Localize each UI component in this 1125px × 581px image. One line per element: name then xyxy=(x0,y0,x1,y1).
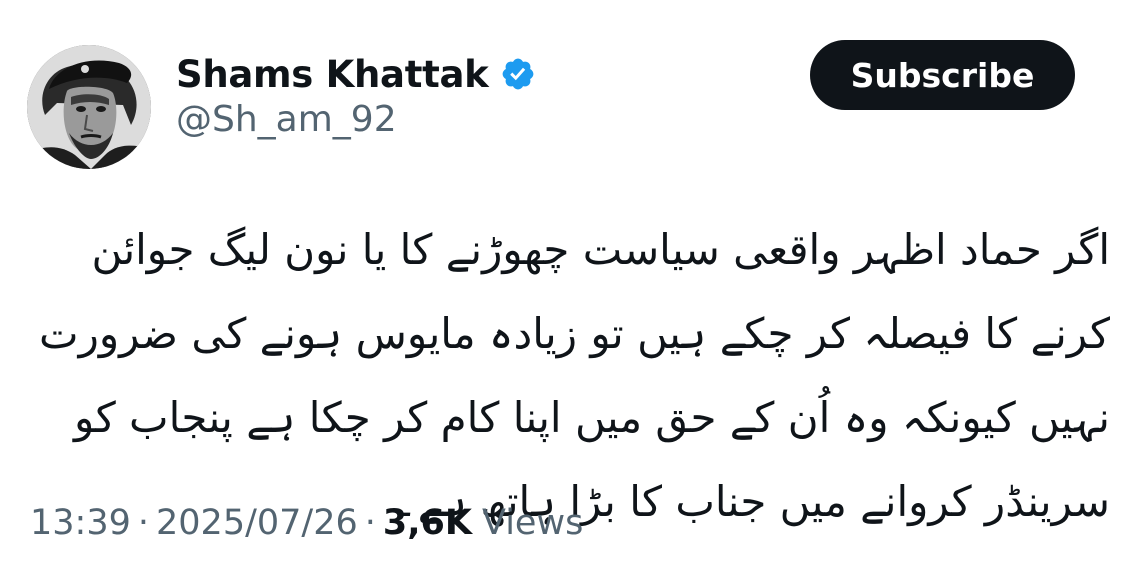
display-name[interactable]: Shams Khattak xyxy=(176,56,489,93)
tweet-meta: 13:39 · 2025/07/26 · 3,6K Views xyxy=(30,506,583,541)
views-count[interactable]: 3,6K xyxy=(383,506,472,541)
tweet-time[interactable]: 13:39 xyxy=(30,506,131,541)
tweet-card: Shams Khattak @Sh_am_92 Subscribe اگر حم… xyxy=(0,0,1125,581)
meta-separator: · xyxy=(137,503,150,543)
views-label: Views xyxy=(482,503,584,543)
author-name-row: Shams Khattak xyxy=(176,48,536,100)
avatar[interactable] xyxy=(27,45,151,169)
avatar-image xyxy=(27,45,151,169)
subscribe-button[interactable]: Subscribe xyxy=(810,40,1075,110)
meta-separator: · xyxy=(364,503,376,543)
tweet-date[interactable]: 2025/07/26 xyxy=(156,506,358,541)
tweet-text: اگر حماد اظہر واقعی سیاست چھوڑنے کا یا ن… xyxy=(25,225,1110,526)
author-handle[interactable]: @Sh_am_92 xyxy=(176,102,397,138)
verified-badge-icon[interactable] xyxy=(500,56,536,92)
